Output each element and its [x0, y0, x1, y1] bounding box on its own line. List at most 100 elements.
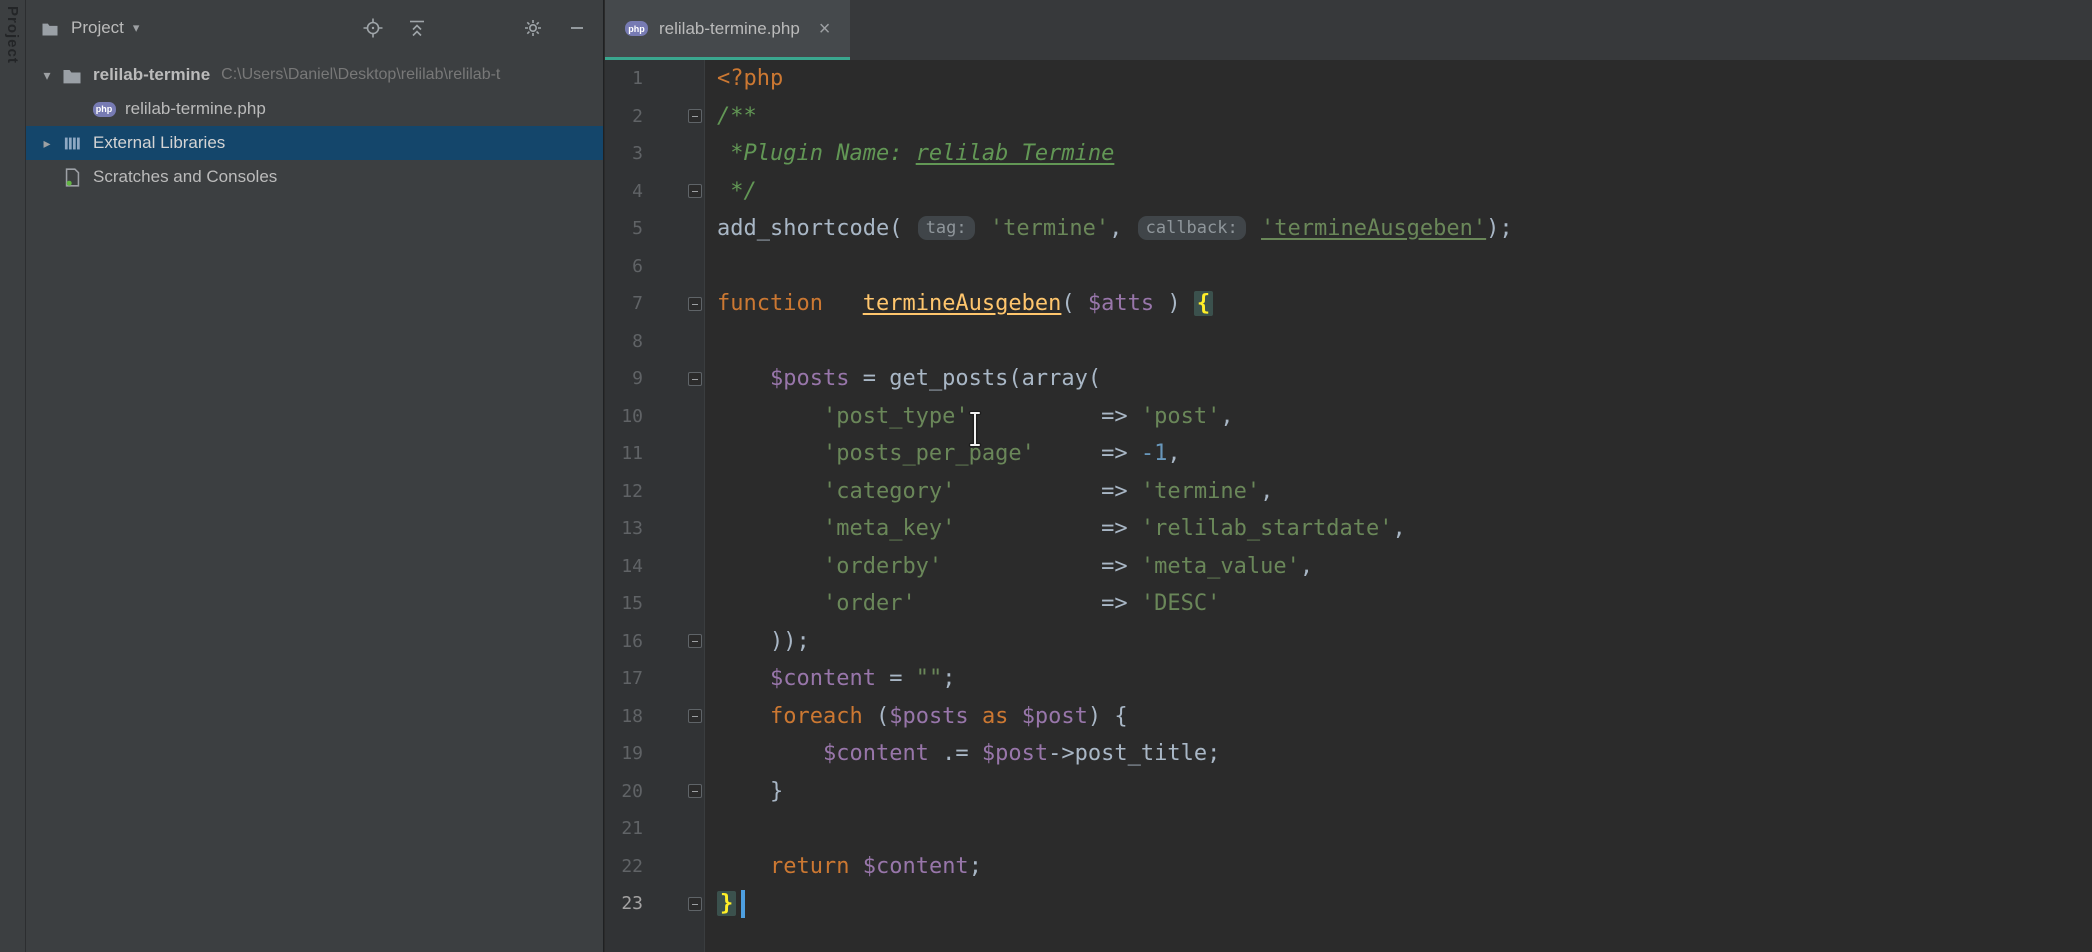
- line-number: 3: [605, 143, 643, 164]
- tree-item-scratches-and-consoles[interactable]: Scratches and Consoles: [26, 160, 603, 194]
- line-number: 10: [605, 406, 643, 427]
- code-line[interactable]: 9 $posts = get_posts(array(: [605, 360, 2092, 398]
- fold-cell: [643, 323, 705, 361]
- tree-item-path: C:\Users\Daniel\Desktop\relilab\relilab-…: [221, 66, 500, 84]
- code-line[interactable]: 16 ));: [605, 623, 2092, 661]
- code-text[interactable]: ));: [705, 629, 810, 654]
- php-file-icon: php: [625, 21, 648, 36]
- code-line[interactable]: 10 'post_type' => 'post',: [605, 398, 2092, 436]
- fold-cell: [643, 360, 705, 398]
- tree-item-relilab-termine-php[interactable]: phprelilab-termine.php: [26, 92, 603, 126]
- project-tree: ▾ relilab-termine C:\Users\Daniel\Desktop\…: [26, 58, 603, 194]
- fold-cell: [643, 660, 705, 698]
- gutter-cell: 7: [605, 285, 705, 323]
- code-line[interactable]: 11 'posts_per_page' => -1,: [605, 435, 2092, 473]
- code-text[interactable]: */: [705, 179, 757, 204]
- tab-relilab-termine-php[interactable]: php relilab-termine.php ×: [605, 0, 850, 60]
- hide-panel-icon[interactable]: [565, 16, 589, 40]
- fold-cell: [643, 698, 705, 736]
- tree-item-label: External Libraries: [93, 133, 225, 153]
- fold-cell: [643, 173, 705, 211]
- gutter-cell: 18: [605, 698, 705, 736]
- code-line[interactable]: 2/**: [605, 98, 2092, 136]
- code-text[interactable]: 'posts_per_page' => -1,: [705, 441, 1181, 466]
- fold-end-icon[interactable]: [688, 897, 702, 911]
- gutter-cell: 2: [605, 98, 705, 136]
- code-text[interactable]: $posts = get_posts(array(: [705, 366, 1101, 391]
- fold-end-icon[interactable]: [688, 784, 702, 798]
- code-line[interactable]: 17 $content = "";: [605, 660, 2092, 698]
- chevron-down-icon: ▾: [133, 20, 140, 36]
- code-text[interactable]: 'order' => 'DESC': [705, 591, 1220, 616]
- fold-cell: [643, 548, 705, 586]
- gutter-cell: 12: [605, 473, 705, 511]
- code-text[interactable]: add_shortcode( tag: 'termine', callback:…: [705, 216, 1513, 241]
- project-panel-header: Project ▾: [26, 0, 603, 56]
- code-line[interactable]: 14 'orderby' => 'meta_value',: [605, 548, 2092, 586]
- gutter-cell: 8: [605, 323, 705, 361]
- code-text[interactable]: return $content;: [705, 854, 982, 879]
- code-text[interactable]: *Plugin Name: relilab Termine: [705, 141, 1114, 166]
- tree-item-relilab-termine[interactable]: ▾ relilab-termine C:\Users\Daniel\Desktop\…: [26, 58, 603, 92]
- line-number: 21: [605, 818, 643, 839]
- code-text[interactable]: <?php: [705, 66, 783, 91]
- code-line[interactable]: 18 foreach ($posts as $post) {: [605, 698, 2092, 736]
- code-text[interactable]: }: [705, 890, 745, 918]
- editor[interactable]: 1<?php2/**3 *Plugin Name: relilab Termin…: [605, 60, 2092, 952]
- fold-end-icon[interactable]: [688, 184, 702, 198]
- line-number: 12: [605, 481, 643, 502]
- code-text[interactable]: }: [705, 779, 783, 804]
- code-line[interactable]: 5add_shortcode( tag: 'termine', callback…: [605, 210, 2092, 248]
- code-line[interactable]: 8: [605, 323, 2092, 361]
- line-number: 17: [605, 668, 643, 689]
- line-number: 18: [605, 706, 643, 727]
- line-number: 1: [605, 68, 643, 89]
- fold-start-icon[interactable]: [688, 109, 702, 123]
- code-text[interactable]: 'post_type' => 'post',: [705, 404, 1234, 429]
- line-number: 4: [605, 181, 643, 202]
- code-line[interactable]: 1 <?php: [605, 60, 2092, 98]
- gutter-cell: 21: [605, 810, 705, 848]
- fold-start-icon[interactable]: [688, 372, 702, 386]
- code-text[interactable]: /**: [705, 104, 757, 129]
- fold-start-icon[interactable]: [688, 709, 702, 723]
- code-text[interactable]: function termineAusgeben( $atts ) {: [705, 291, 1213, 316]
- code-line[interactable]: 12 'category' => 'termine',: [605, 473, 2092, 511]
- gutter-cell: 23: [605, 885, 705, 923]
- project-view-selector[interactable]: Project ▾: [38, 17, 139, 39]
- tree-item-external-libraries[interactable]: ▸ External Libraries: [26, 126, 603, 160]
- collapse-all-icon[interactable]: [405, 16, 429, 40]
- code-line[interactable]: 6: [605, 248, 2092, 286]
- line-number: 19: [605, 743, 643, 764]
- code-line[interactable]: 7function termineAusgeben( $atts ) {: [605, 285, 2092, 323]
- fold-cell: [643, 135, 705, 173]
- code-line[interactable]: 4 */: [605, 173, 2092, 211]
- code-text[interactable]: $content .= $post->post_title;: [705, 741, 1220, 766]
- line-number: 8: [605, 331, 643, 352]
- close-tab-icon[interactable]: ×: [819, 19, 831, 39]
- code-line[interactable]: 21: [605, 810, 2092, 848]
- code-text[interactable]: foreach ($posts as $post) {: [705, 704, 1128, 729]
- code-text[interactable]: $content = "";: [705, 666, 955, 691]
- locate-icon[interactable]: [361, 16, 385, 40]
- code-line[interactable]: 19 $content .= $post->post_title;: [605, 735, 2092, 773]
- line-number: 14: [605, 556, 643, 577]
- code-line[interactable]: 13 'meta_key' => 'relilab_startdate',: [605, 510, 2092, 548]
- line-number: 6: [605, 256, 643, 277]
- tree-item-label: relilab-termine: [93, 65, 210, 85]
- code-line[interactable]: 22 return $content;: [605, 848, 2092, 886]
- code-line[interactable]: 20 }: [605, 773, 2092, 811]
- project-icon: [38, 17, 62, 39]
- code-line[interactable]: 15 'order' => 'DESC': [605, 585, 2092, 623]
- code-text[interactable]: 'meta_key' => 'relilab_startdate',: [705, 516, 1406, 541]
- code-line[interactable]: 3 *Plugin Name: relilab Termine: [605, 135, 2092, 173]
- fold-start-icon[interactable]: [688, 297, 702, 311]
- code-text[interactable]: 'category' => 'termine',: [705, 479, 1273, 504]
- chevron-right-icon[interactable]: ▸: [34, 135, 60, 152]
- chevron-down-icon[interactable]: ▾: [34, 67, 60, 84]
- code-line[interactable]: 23}: [605, 885, 2092, 923]
- code-text[interactable]: 'orderby' => 'meta_value',: [705, 554, 1313, 579]
- settings-icon[interactable]: [521, 16, 545, 40]
- project-tool-window-button[interactable]: Project: [4, 6, 21, 64]
- fold-end-icon[interactable]: [688, 634, 702, 648]
